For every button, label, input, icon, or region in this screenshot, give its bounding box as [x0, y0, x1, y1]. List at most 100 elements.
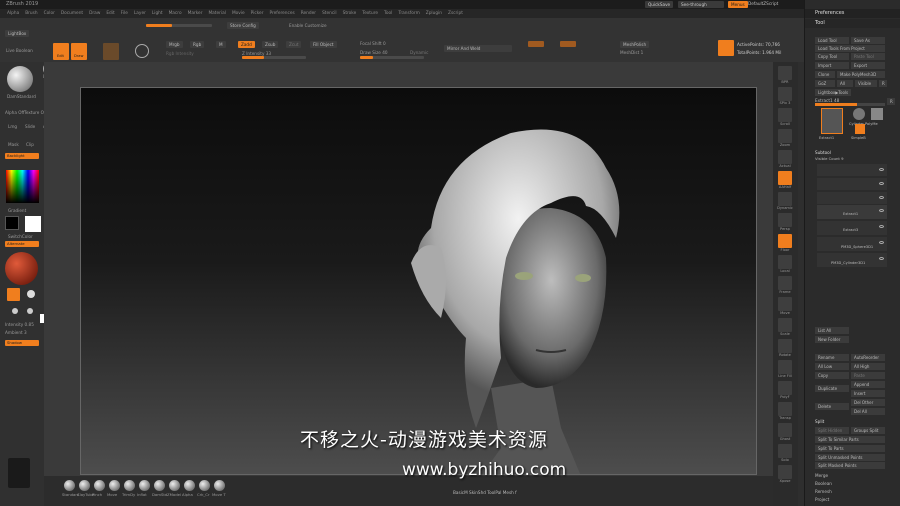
shelf-tool-1[interactable]: [778, 87, 792, 101]
menus-button[interactable]: Menus: [728, 1, 748, 8]
shelf-tool-5[interactable]: [778, 171, 792, 185]
r-button[interactable]: R: [879, 80, 887, 87]
menu-item[interactable]: Transform: [395, 9, 422, 18]
brush-button[interactable]: [64, 480, 75, 491]
duplicate-button[interactable]: Duplicate: [815, 385, 849, 392]
brush-button[interactable]: [154, 480, 165, 491]
brush-button[interactable]: [184, 480, 195, 491]
brush-button[interactable]: [79, 480, 90, 491]
extract-track[interactable]: [815, 103, 885, 106]
copy-button[interactable]: Copy: [815, 372, 849, 379]
menu-item[interactable]: Material: [205, 9, 228, 18]
top-slider[interactable]: [146, 24, 212, 27]
brush-button[interactable]: [199, 480, 210, 491]
menu-item[interactable]: Macro: [166, 9, 185, 18]
menu-item[interactable]: Preferences: [266, 9, 297, 18]
subtool-row-2[interactable]: [817, 178, 887, 190]
brush-button[interactable]: [109, 480, 120, 491]
shelf-tool-8[interactable]: [778, 234, 792, 248]
material-sphere[interactable]: [5, 252, 38, 285]
eye-icon[interactable]: [879, 168, 884, 171]
fill-object-button[interactable]: Fill Object: [310, 41, 337, 48]
shelf-tool-3[interactable]: [778, 129, 792, 143]
subtool-row-3[interactable]: [817, 192, 887, 204]
eye-icon[interactable]: [879, 182, 884, 185]
menu-item[interactable]: Movie: [229, 9, 248, 18]
split-header[interactable]: Split: [815, 419, 824, 424]
clone-button[interactable]: Clone: [815, 71, 835, 78]
material-sphere-icon[interactable]: [135, 44, 149, 58]
shelf-tool-6[interactable]: [778, 192, 792, 206]
mesh-dist-slider[interactable]: MeshDist 1: [620, 50, 643, 55]
z-intensity-track[interactable]: [242, 56, 306, 59]
goz-button[interactable]: GoZ: [815, 80, 835, 87]
remesh-header[interactable]: Remesh: [815, 489, 832, 494]
save-as-button[interactable]: Save As: [851, 37, 885, 44]
split-hidden-button[interactable]: Split Hidden: [815, 427, 849, 434]
ambient-slider[interactable]: Ambient 3: [5, 330, 27, 335]
visible-button[interactable]: Visible: [855, 80, 877, 87]
backlight-button[interactable]: Backlight: [5, 153, 39, 159]
rgb-intensity-slider[interactable]: Rgb Intensity: [166, 51, 194, 56]
mesh-polish-button[interactable]: MeshPolish: [620, 41, 650, 48]
secondary-color-swatch[interactable]: [5, 216, 19, 230]
menu-item[interactable]: Draw: [86, 9, 103, 18]
rgb-button[interactable]: Rgb: [190, 41, 205, 48]
mask-label[interactable]: Mask: [8, 142, 19, 147]
subtool-header[interactable]: Subtool: [815, 150, 831, 155]
clip-label[interactable]: Clip: [26, 142, 34, 147]
visible-count-slider[interactable]: Visible Count 9: [815, 156, 844, 161]
lightbox-button[interactable]: LightBox: [5, 30, 30, 37]
brush-button[interactable]: [169, 480, 180, 491]
draw-size-slider[interactable]: Draw Size 40: [360, 50, 388, 55]
shelf-tool-15[interactable]: [778, 381, 792, 395]
brush-thumbnail[interactable]: [7, 66, 33, 92]
store-config-button[interactable]: Store Config: [227, 22, 259, 29]
star-thumbnail[interactable]: [871, 108, 883, 120]
zcut-button[interactable]: Zcut: [286, 41, 302, 48]
mirror-weld-button[interactable]: Mirror And Weld: [444, 45, 512, 52]
mrgb-button[interactable]: Mrgb: [166, 41, 183, 48]
orange-toggle-2[interactable]: [560, 41, 576, 47]
menu-item[interactable]: Edit: [103, 9, 117, 18]
seethrough-slider[interactable]: See-through: [678, 1, 724, 8]
menu-item[interactable]: Picker: [248, 9, 267, 18]
split-unmasked-button[interactable]: Split Unmasked Points: [815, 454, 885, 461]
shelf-tool-10[interactable]: [778, 276, 792, 290]
preferences-header[interactable]: Preferences: [805, 9, 900, 18]
color-picker[interactable]: [6, 170, 39, 203]
brush-button[interactable]: [214, 480, 225, 491]
menu-item[interactable]: Layer: [131, 9, 149, 18]
split-similar-button[interactable]: Split To Similar Parts: [815, 436, 885, 443]
lmg-label[interactable]: Lmg: [8, 124, 17, 129]
brush-button[interactable]: [94, 480, 105, 491]
menu-item[interactable]: Light: [149, 9, 166, 18]
rename-button[interactable]: Rename: [815, 354, 849, 361]
eye-icon[interactable]: [879, 196, 884, 199]
quicksave-button[interactable]: QuickSave: [645, 1, 674, 8]
boolean-header[interactable]: Boolean: [815, 481, 832, 486]
shelf-tool-4[interactable]: [778, 150, 792, 164]
subtool-row-1[interactable]: [817, 164, 887, 176]
split-masked-button[interactable]: Split Masked Points: [815, 462, 885, 469]
groups-split-button[interactable]: Groups Split: [851, 427, 885, 434]
menu-item[interactable]: File: [118, 9, 131, 18]
gradient-label[interactable]: Gradient: [8, 208, 26, 213]
menu-item[interactable]: Render: [298, 9, 319, 18]
brush-button[interactable]: [139, 480, 150, 491]
eye-icon[interactable]: [879, 257, 884, 260]
light-bulb-icon[interactable]: [7, 288, 20, 301]
enable-customize-button[interactable]: Enable Customize: [289, 23, 327, 28]
menu-item[interactable]: Document: [58, 9, 86, 18]
lightbox-tools-button[interactable]: Lightbox▶Tools: [815, 89, 851, 96]
light-small-icon-2[interactable]: [27, 308, 33, 314]
subtool-row-5[interactable]: Extract3: [817, 221, 887, 235]
copy-tool-button[interactable]: Copy Tool: [815, 53, 849, 60]
focal-shift-slider[interactable]: Focal Shift 0: [360, 41, 386, 46]
delete-button[interactable]: Delete: [815, 403, 849, 410]
menu-item[interactable]: Texture: [359, 9, 381, 18]
shelf-tool-18[interactable]: [778, 444, 792, 458]
subtool-row-4[interactable]: Extract1: [817, 205, 887, 219]
draw-button[interactable]: Draw: [71, 43, 87, 60]
simple-brush-thumbnail[interactable]: [855, 124, 865, 134]
